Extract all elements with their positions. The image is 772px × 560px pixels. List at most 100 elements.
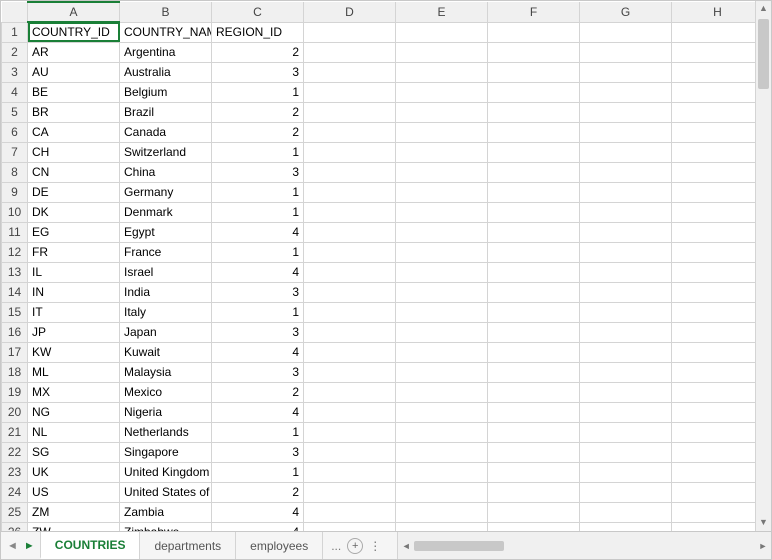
cell-C24[interactable]: 2 <box>212 482 304 502</box>
col-header-E[interactable]: E <box>396 2 488 22</box>
cell-B19[interactable]: Mexico <box>120 382 212 402</box>
cell-B16[interactable]: Japan <box>120 322 212 342</box>
cell-A24[interactable]: US <box>28 482 120 502</box>
cell[interactable] <box>672 382 756 402</box>
cell[interactable] <box>488 262 580 282</box>
cell[interactable] <box>396 222 488 242</box>
cell-A20[interactable]: NG <box>28 402 120 422</box>
cell-B15[interactable]: Italy <box>120 302 212 322</box>
cell-B11[interactable]: Egypt <box>120 222 212 242</box>
cell[interactable] <box>396 282 488 302</box>
cell[interactable] <box>488 82 580 102</box>
cell-C25[interactable]: 4 <box>212 502 304 522</box>
cell[interactable] <box>672 82 756 102</box>
row-header-5[interactable]: 5 <box>2 102 28 122</box>
cell-A19[interactable]: MX <box>28 382 120 402</box>
cell[interactable] <box>488 302 580 322</box>
cell[interactable] <box>304 182 396 202</box>
cell[interactable] <box>672 482 756 502</box>
cell-C1[interactable]: REGION_ID <box>212 22 304 42</box>
cell-A26[interactable]: ZW <box>28 522 120 531</box>
cell[interactable] <box>580 42 672 62</box>
cell[interactable] <box>304 162 396 182</box>
row-header-1[interactable]: 1 <box>2 22 28 42</box>
cell[interactable] <box>488 22 580 42</box>
cell[interactable] <box>580 102 672 122</box>
cell-B9[interactable]: Germany <box>120 182 212 202</box>
cell[interactable] <box>580 222 672 242</box>
row-header-6[interactable]: 6 <box>2 122 28 142</box>
cell-A5[interactable]: BR <box>28 102 120 122</box>
cell[interactable] <box>580 122 672 142</box>
cell[interactable] <box>672 422 756 442</box>
cell[interactable] <box>580 62 672 82</box>
cell-A11[interactable]: EG <box>28 222 120 242</box>
cell[interactable] <box>488 382 580 402</box>
cell-C22[interactable]: 3 <box>212 442 304 462</box>
cell[interactable] <box>488 502 580 522</box>
row-header-12[interactable]: 12 <box>2 242 28 262</box>
cell[interactable] <box>304 202 396 222</box>
cell[interactable] <box>304 22 396 42</box>
cell[interactable] <box>672 262 756 282</box>
hscroll-track[interactable] <box>414 540 755 552</box>
row-header-22[interactable]: 22 <box>2 442 28 462</box>
cell-C3[interactable]: 3 <box>212 62 304 82</box>
cell[interactable] <box>488 282 580 302</box>
horizontal-scrollbar[interactable]: ◄ ► <box>397 532 771 559</box>
col-header-C[interactable]: C <box>212 2 304 22</box>
cell[interactable] <box>304 42 396 62</box>
cell[interactable] <box>580 22 672 42</box>
cell[interactable] <box>488 442 580 462</box>
cell-A16[interactable]: JP <box>28 322 120 342</box>
cell[interactable] <box>672 122 756 142</box>
row-header-14[interactable]: 14 <box>2 282 28 302</box>
cell[interactable] <box>580 482 672 502</box>
cell-C2[interactable]: 2 <box>212 42 304 62</box>
cell-A10[interactable]: DK <box>28 202 120 222</box>
cell[interactable] <box>580 382 672 402</box>
cell-A23[interactable]: UK <box>28 462 120 482</box>
col-header-F[interactable]: F <box>488 2 580 22</box>
cell[interactable] <box>304 502 396 522</box>
cell-C26[interactable]: 4 <box>212 522 304 531</box>
cell[interactable] <box>396 162 488 182</box>
cell[interactable] <box>396 62 488 82</box>
cell[interactable] <box>580 502 672 522</box>
cell-C11[interactable]: 4 <box>212 222 304 242</box>
cell[interactable] <box>580 242 672 262</box>
cell[interactable] <box>672 42 756 62</box>
col-header-D[interactable]: D <box>304 2 396 22</box>
cell[interactable] <box>304 242 396 262</box>
cell[interactable] <box>396 182 488 202</box>
cell-C9[interactable]: 1 <box>212 182 304 202</box>
cell[interactable] <box>580 262 672 282</box>
cell[interactable] <box>304 382 396 402</box>
cell[interactable] <box>488 482 580 502</box>
cell-B10[interactable]: Denmark <box>120 202 212 222</box>
cell[interactable] <box>396 522 488 531</box>
cell[interactable] <box>304 102 396 122</box>
cell[interactable] <box>304 462 396 482</box>
cell[interactable] <box>488 522 580 531</box>
cell-B1[interactable]: COUNTRY_NAME <box>120 22 212 42</box>
cell[interactable] <box>396 482 488 502</box>
cell[interactable] <box>396 502 488 522</box>
cell[interactable] <box>580 302 672 322</box>
cell[interactable] <box>304 302 396 322</box>
cell-C17[interactable]: 4 <box>212 342 304 362</box>
cell-C20[interactable]: 4 <box>212 402 304 422</box>
row-header-20[interactable]: 20 <box>2 402 28 422</box>
cell[interactable] <box>304 142 396 162</box>
cell[interactable] <box>488 242 580 262</box>
cell-A4[interactable]: BE <box>28 82 120 102</box>
cell[interactable] <box>672 462 756 482</box>
col-header-B[interactable]: B <box>120 2 212 22</box>
cell[interactable] <box>304 342 396 362</box>
cell[interactable] <box>304 362 396 382</box>
cell-B7[interactable]: Switzerland <box>120 142 212 162</box>
cell[interactable] <box>396 462 488 482</box>
cell-A8[interactable]: CN <box>28 162 120 182</box>
cell-A7[interactable]: CH <box>28 142 120 162</box>
row-header-10[interactable]: 10 <box>2 202 28 222</box>
